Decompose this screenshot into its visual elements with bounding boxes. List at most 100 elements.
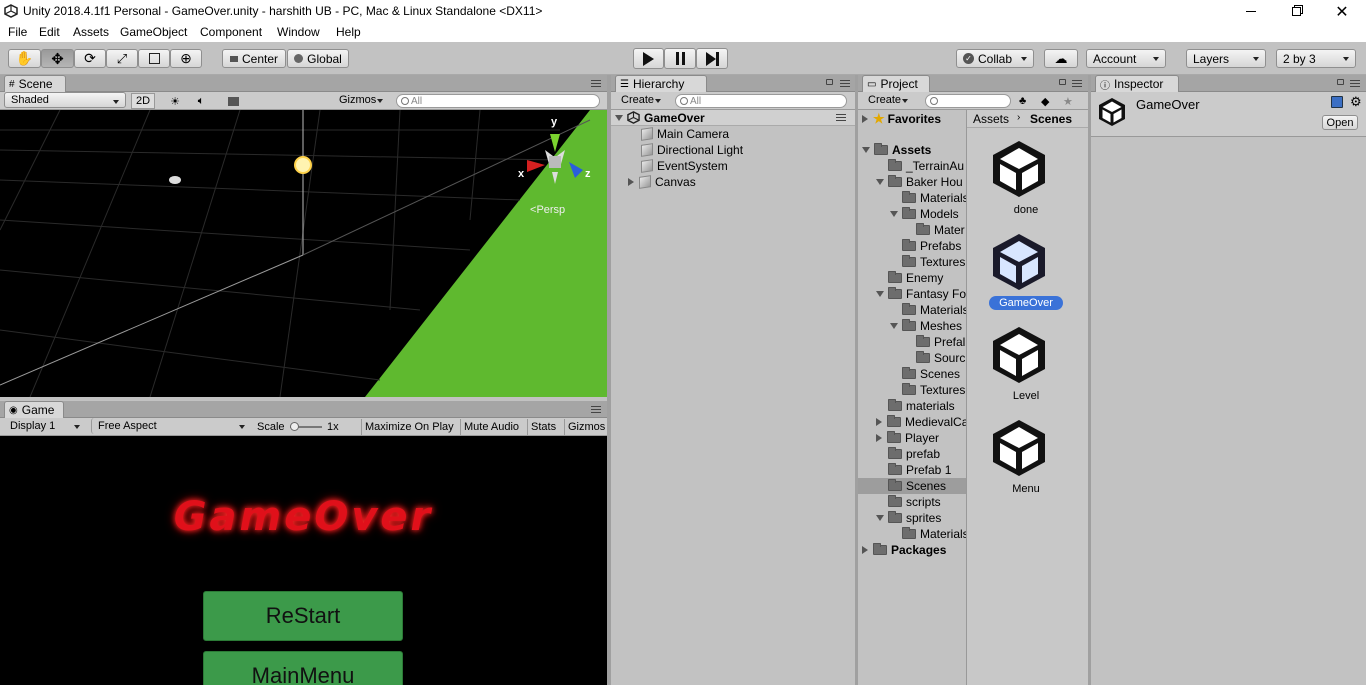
effects-dropdown[interactable]	[218, 93, 248, 109]
inspector-menu-icon[interactable]	[1350, 80, 1360, 87]
game-panel-menu-icon[interactable]	[591, 406, 601, 413]
tree-item[interactable]: sprites	[876, 510, 941, 526]
expand-arrow-icon[interactable]	[876, 418, 882, 426]
transform-tool-button[interactable]: ⊕	[170, 49, 202, 68]
pivot-global-button[interactable]: Global	[287, 49, 349, 68]
filter-label-icon[interactable]: ◆	[1041, 93, 1049, 109]
tab-game[interactable]: ◉ Game	[4, 401, 64, 418]
tree-item[interactable]: Textures	[902, 254, 965, 270]
restart-button[interactable]: ReStart	[203, 591, 403, 641]
hierarchy-create-dropdown[interactable]: Create	[615, 92, 667, 108]
scene-file-icon[interactable]	[989, 138, 1049, 203]
scene-row-menu-icon[interactable]	[836, 114, 846, 121]
tree-item[interactable]: Baker Hou	[876, 174, 963, 190]
tree-item[interactable]: Meshes	[890, 318, 962, 334]
scene-root-row[interactable]: GameOver	[611, 110, 855, 126]
pause-button[interactable]	[664, 48, 696, 69]
menu-gameobject[interactable]: GameObject	[120, 25, 187, 39]
breadcrumb-scenes[interactable]: Scenes	[1030, 112, 1072, 126]
scale-slider[interactable]	[290, 422, 322, 431]
slider-thumb[interactable]	[290, 422, 299, 431]
project-search-input[interactable]	[925, 94, 1011, 108]
hierarchy-item[interactable]: Directional Light	[641, 142, 743, 158]
tree-item[interactable]: prefab	[888, 446, 940, 462]
tree-item[interactable]: Mater	[916, 222, 965, 238]
lock-icon[interactable]	[1337, 79, 1344, 85]
tab-project[interactable]: ▭ Project	[862, 75, 930, 92]
lock-icon[interactable]	[1059, 79, 1066, 85]
tree-item[interactable]: _TerrainAu	[888, 158, 964, 174]
expand-arrow-icon[interactable]	[862, 546, 868, 554]
tree-item[interactable]: scripts	[888, 494, 941, 510]
tree-item[interactable]: Prefabs	[902, 238, 961, 254]
expand-arrow-icon[interactable]	[890, 211, 898, 217]
audio-toggle[interactable]: 🔈︎	[190, 93, 212, 109]
scene-viewport[interactable]: y x z <Persp	[0, 110, 607, 397]
game-viewport[interactable]: GameOver ReStart MainMenu	[0, 436, 607, 685]
menu-component[interactable]: Component	[200, 25, 262, 39]
favorite-star-icon[interactable]: ★	[1063, 93, 1073, 109]
expand-arrow-icon[interactable]	[876, 434, 882, 442]
menu-edit[interactable]: Edit	[39, 25, 60, 39]
hierarchy-item[interactable]: EventSystem	[641, 158, 728, 174]
tree-item[interactable]: Player	[876, 430, 939, 446]
scene-file-icon-selected[interactable]	[989, 231, 1049, 296]
menu-window[interactable]: Window	[277, 25, 320, 39]
close-button[interactable]: ✕	[1319, 0, 1365, 23]
expand-arrow-icon[interactable]	[876, 179, 884, 185]
step-button[interactable]	[696, 48, 728, 69]
assets-row[interactable]: Assets	[862, 142, 931, 158]
hand-tool-button[interactable]: ✋	[8, 49, 41, 68]
mainmenu-button[interactable]: MainMenu	[203, 651, 403, 685]
help-book-icon[interactable]	[1331, 96, 1343, 108]
aspect-dropdown[interactable]: Free Aspect	[91, 418, 251, 434]
toggle-2d-button[interactable]: 2D	[131, 93, 155, 109]
hierarchy-item[interactable]: Main Camera	[641, 126, 729, 142]
move-tool-button[interactable]: ✥	[41, 49, 74, 68]
maximize-on-play-toggle[interactable]: Maximize On Play	[361, 419, 454, 435]
expand-arrow-icon[interactable]	[876, 291, 884, 297]
expand-arrow-icon[interactable]	[628, 178, 634, 186]
breadcrumb-assets[interactable]: Assets	[973, 112, 1009, 126]
tree-item[interactable]: Materials	[902, 302, 967, 318]
hierarchy-item[interactable]: Canvas	[628, 174, 696, 190]
display-dropdown[interactable]: Display 1	[4, 418, 86, 434]
mute-audio-toggle[interactable]: Mute Audio	[460, 419, 519, 435]
shading-dropdown[interactable]: Shaded	[4, 92, 126, 108]
settings-gear-icon[interactable]: ⚙	[1350, 94, 1362, 110]
tree-item[interactable]: Textures	[902, 382, 965, 398]
expand-arrow-icon[interactable]	[862, 115, 868, 123]
persp-label[interactable]: <Persp	[530, 204, 565, 216]
minimize-button[interactable]	[1228, 0, 1274, 23]
rotate-tool-button[interactable]: ⟳	[74, 49, 106, 68]
menu-help[interactable]: Help	[336, 25, 361, 39]
lock-icon[interactable]	[826, 79, 833, 85]
packages-row[interactable]: Packages	[862, 542, 946, 558]
favorites-row[interactable]: ★ Favorites	[862, 111, 941, 127]
collab-dropdown[interactable]: ✓ Collab	[956, 49, 1034, 68]
scene-file-icon[interactable]	[989, 324, 1049, 389]
tree-item[interactable]: Materials	[902, 526, 967, 542]
tree-item[interactable]: Prefal	[916, 334, 965, 350]
play-button[interactable]	[633, 48, 664, 69]
tree-item[interactable]: Fantasy Fo	[876, 286, 966, 302]
expand-arrow-icon[interactable]	[862, 147, 870, 153]
menu-file[interactable]: File	[8, 25, 27, 39]
open-button[interactable]: Open	[1322, 115, 1358, 130]
filter-type-icon[interactable]: ♣	[1019, 93, 1026, 109]
pivot-center-button[interactable]: Center	[222, 49, 286, 68]
expand-arrow-icon[interactable]	[876, 515, 884, 521]
project-create-dropdown[interactable]: Create	[862, 92, 914, 108]
tree-item[interactable]: Sourc	[916, 350, 965, 366]
expand-arrow-icon[interactable]	[615, 114, 623, 121]
stats-toggle[interactable]: Stats	[527, 419, 556, 435]
account-dropdown[interactable]: Account	[1086, 49, 1166, 68]
restore-button[interactable]	[1273, 0, 1319, 23]
lighting-toggle[interactable]: ☀	[164, 93, 186, 109]
scene-file-icon[interactable]	[989, 417, 1049, 482]
scale-tool-button[interactable]: ⤢	[106, 49, 138, 68]
expand-arrow-icon[interactable]	[890, 323, 898, 329]
tab-inspector[interactable]: ⓘ Inspector	[1095, 75, 1179, 92]
rect-tool-button[interactable]	[138, 49, 170, 68]
project-menu-icon[interactable]	[1072, 80, 1082, 87]
